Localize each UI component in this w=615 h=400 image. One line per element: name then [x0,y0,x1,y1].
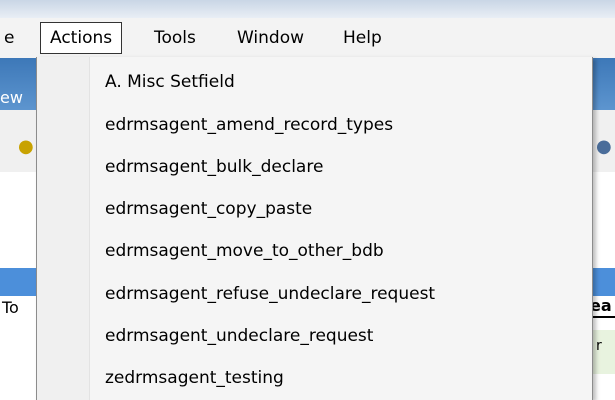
menu-item-testing[interactable]: zedrmsagent_testing [105,361,284,395]
menu-item-bulk-declare[interactable]: edrmsagent_bulk_declare [105,150,323,184]
menu-actions[interactable]: Actions [40,22,123,54]
column-heading: ea [590,296,612,315]
folder-icon[interactable]: ● [18,136,34,157]
menu-item-refuse-undeclare-request[interactable]: edrmsagent_refuse_undeclare_request [105,277,435,311]
menu-window[interactable]: Window [237,22,304,54]
menu-item-misc-setfield[interactable]: A. Misc Setfield [105,65,235,99]
menu-bar: e Actions Tools Window Help [0,18,615,59]
user-icon[interactable]: ● [596,136,612,157]
menu-item-undeclare-request[interactable]: edrmsagent_undeclare_request [105,319,373,353]
menu-item-copy-paste[interactable]: edrmsagent_copy_paste [105,192,312,226]
actions-dropdown: A. Misc Setfield edrmsagent_amend_record… [36,57,593,400]
menu-file[interactable]: e [4,22,14,54]
header-band-text: ew [0,88,23,107]
cell-text: r [596,338,602,354]
menu-item-move-to-other-bdb[interactable]: edrmsagent_move_to_other_bdb [105,234,384,268]
menu-icon-gutter [37,57,90,400]
app-window: e Actions Tools Window Help ew ● ● To ea… [0,0,615,400]
menu-help[interactable]: Help [343,22,382,54]
title-bar [0,0,615,18]
panel-label: To [2,298,19,317]
menu-item-amend-record-types[interactable]: edrmsagent_amend_record_types [105,108,393,142]
menu-tools[interactable]: Tools [154,22,196,54]
